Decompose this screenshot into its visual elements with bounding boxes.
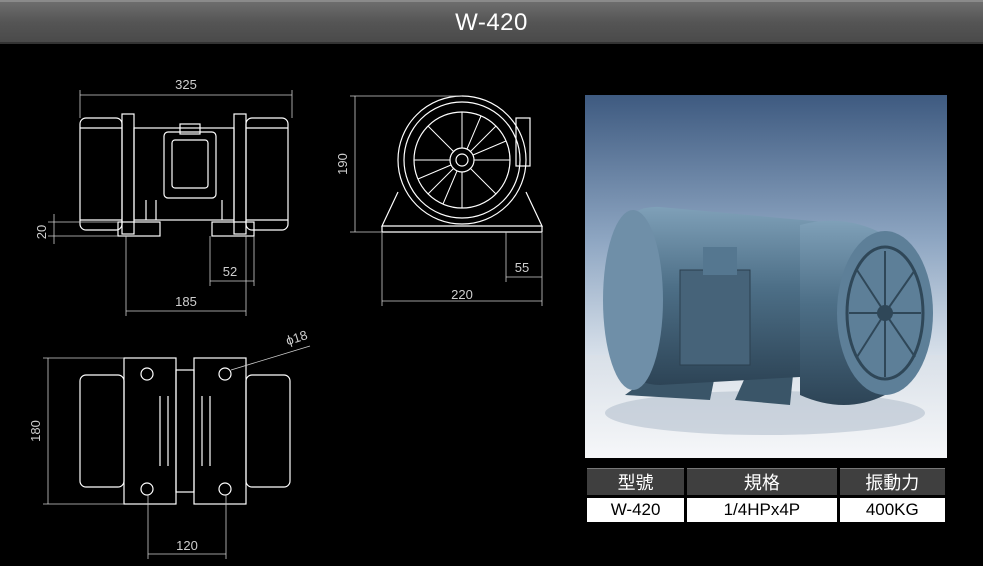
cell-vibration-force: 400KG bbox=[839, 498, 945, 522]
front-view-drawing bbox=[381, 95, 543, 233]
product-photo bbox=[585, 95, 947, 458]
spec-table: 型號 規格 振動力 W-420 1/4HPx4P 400KG bbox=[584, 465, 948, 525]
dim-front-foot-width: 55 bbox=[515, 260, 529, 275]
header-vibration-force: 振動力 bbox=[839, 468, 945, 495]
dim-side-base-height: 20 bbox=[34, 225, 49, 239]
top-view-drawing bbox=[79, 357, 291, 505]
vibration-motor-render-icon bbox=[585, 206, 947, 458]
cell-specification: 1/4HPx4P bbox=[687, 498, 837, 522]
header-specification: 規格 bbox=[687, 468, 837, 495]
dim-side-length: 325 bbox=[175, 77, 197, 92]
dim-front-height: 190 bbox=[335, 153, 350, 175]
table-row: W-420 1/4HPx4P 400KG bbox=[587, 498, 945, 522]
header-model: 型號 bbox=[587, 468, 685, 495]
dim-side-base-length: 185 bbox=[175, 294, 197, 309]
dim-hole-spacing: 120 bbox=[176, 538, 198, 553]
cell-model: W-420 bbox=[587, 498, 685, 522]
dim-top-depth: 180 bbox=[28, 420, 43, 442]
dim-hole-diameter: ϕ18 bbox=[284, 327, 309, 348]
dim-side-foot-width: 52 bbox=[223, 264, 237, 279]
dim-front-base-width: 220 bbox=[451, 287, 473, 302]
side-view-drawing bbox=[79, 113, 289, 237]
spec-table-header-row: 型號 規格 振動力 bbox=[587, 468, 945, 495]
